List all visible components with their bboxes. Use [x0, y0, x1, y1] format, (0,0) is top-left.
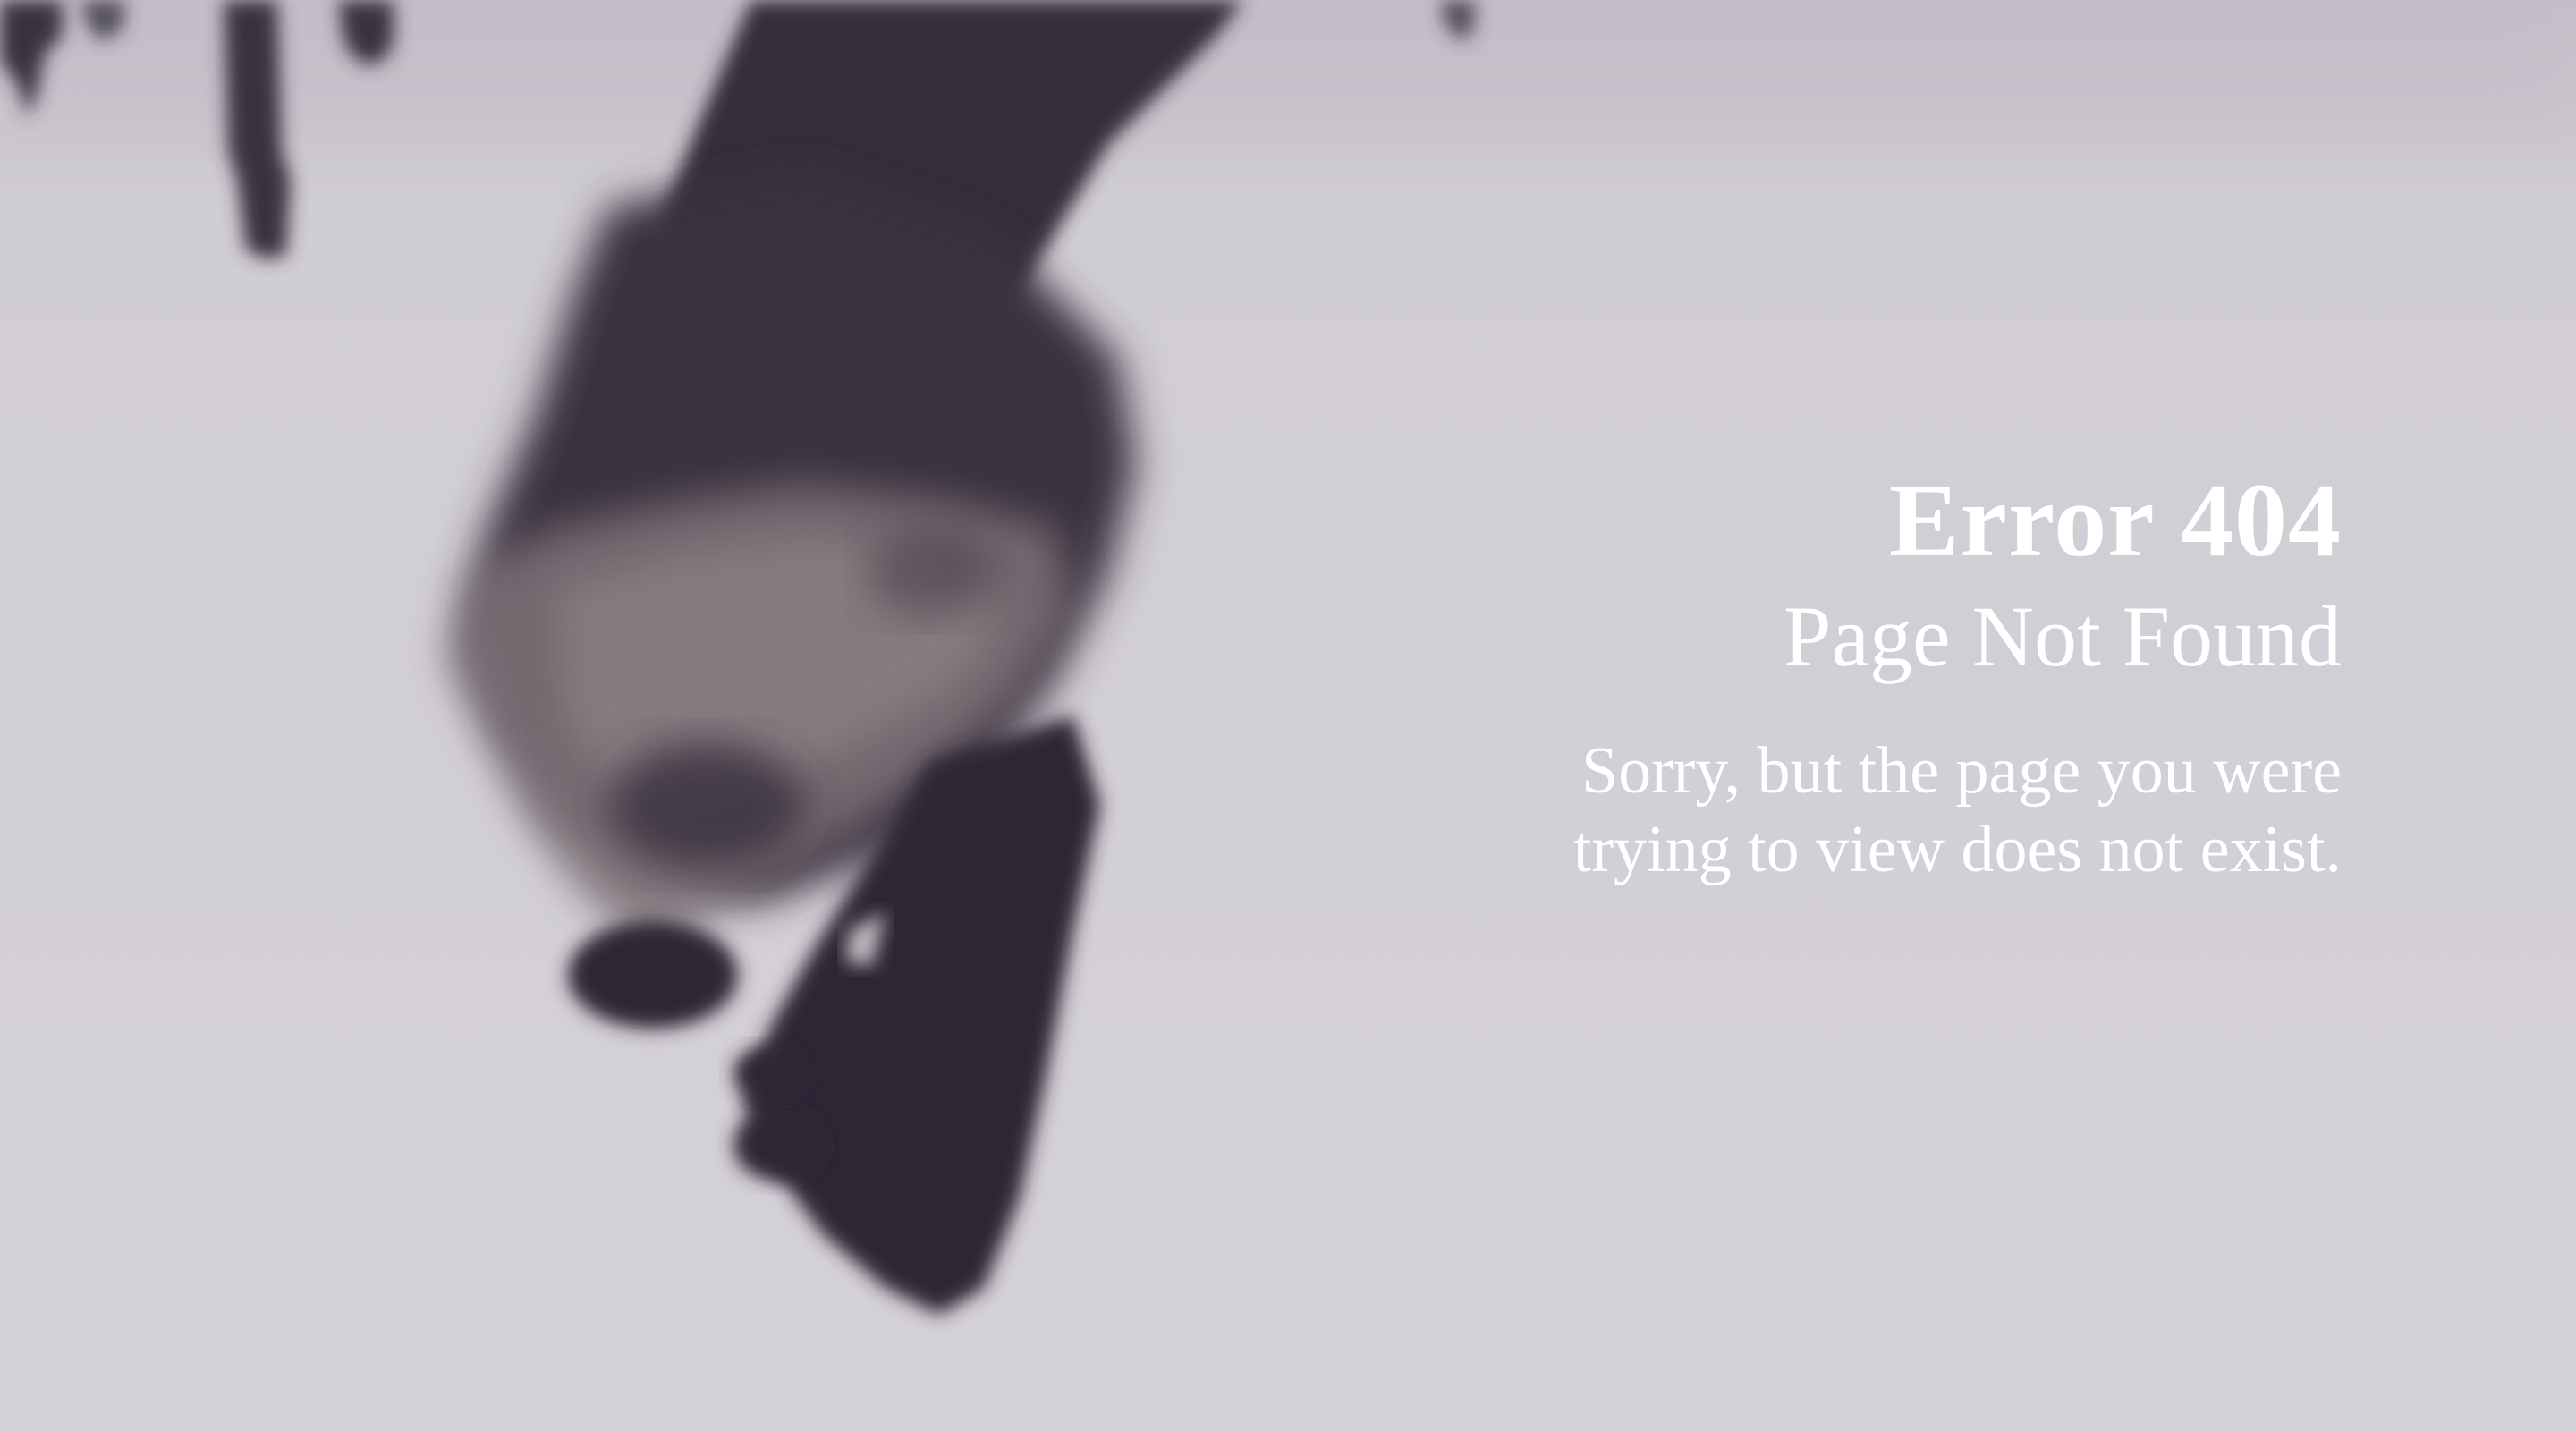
error-message-block: Error 404 Page Not Found Sorry, but the …: [1268, 458, 2342, 889]
error-description: Sorry, but the page you were trying to v…: [1268, 732, 2342, 889]
error-description-line-1: Sorry, but the page you were: [1580, 734, 2342, 808]
error-description-line-2: trying to view does not exist.: [1572, 813, 2342, 886]
error-title: Error 404: [1888, 461, 2342, 579]
error-subtitle: Page Not Found: [1784, 588, 2342, 684]
